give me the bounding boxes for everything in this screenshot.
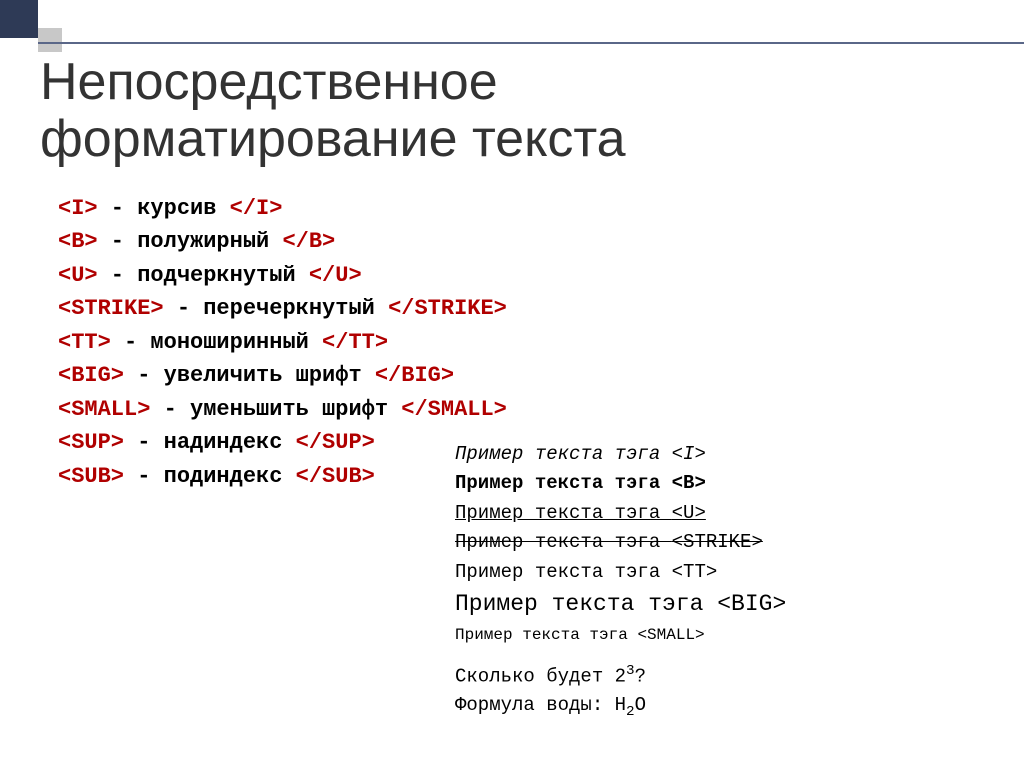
example-strike: Пример текста тэга <STRIKE> xyxy=(455,528,786,557)
sup-prefix: Сколько будет 2 xyxy=(455,665,626,687)
example-text: Пример текста тэга xyxy=(455,561,672,583)
example-text: Пример текста тэга xyxy=(455,443,672,465)
example-tt: Пример текста тэга <TT> xyxy=(455,558,786,587)
spacer xyxy=(455,648,786,660)
open-tag: <SMALL> xyxy=(58,397,150,422)
deco-square-large xyxy=(0,0,38,38)
tag-row-big: <BIG> - увеличить шрифт </BIG> xyxy=(58,359,507,392)
deco-square-small xyxy=(38,28,62,52)
sub-value: 2 xyxy=(626,704,635,720)
tag-desc: - уменьшить шрифт xyxy=(150,397,401,422)
tag-desc: - перечеркнутый xyxy=(164,296,388,321)
example-big: Пример текста тэга <BIG> xyxy=(455,587,786,623)
open-tag: <I> xyxy=(58,196,98,221)
close-tag: </TT> xyxy=(322,330,388,355)
tag-list: <I> - курсив </I> <B> - полужирный </B> … xyxy=(58,192,507,493)
tag-row-sup: <SUP> - надиндекс </SUP> xyxy=(58,426,507,459)
example-tag: <B> xyxy=(672,472,706,494)
tag-desc: - моноширинный xyxy=(111,330,322,355)
title-line-1: Непосредственное xyxy=(40,53,498,111)
open-tag: <SUP> xyxy=(58,430,124,455)
example-tag: <BIG> xyxy=(717,591,786,617)
tag-row-i: <I> - курсив </I> xyxy=(58,192,507,225)
example-text: Пример текста тэга xyxy=(455,502,672,524)
tag-row-tt: <TT> - моноширинный </TT> xyxy=(58,326,507,359)
example-tag: <TT> xyxy=(672,561,718,583)
example-text: Пример текста тэга xyxy=(455,531,672,553)
title-line-2: форматирование текста xyxy=(40,110,626,168)
slide-container: Непосредственное форматирование текста <… xyxy=(0,0,1024,767)
tag-desc: - курсив xyxy=(98,196,230,221)
open-tag: <BIG> xyxy=(58,363,124,388)
tag-desc: - надиндекс xyxy=(124,430,296,455)
example-u: Пример текста тэга <U> xyxy=(455,499,786,528)
tag-row-u: <U> - подчеркнутый </U> xyxy=(58,259,507,292)
example-tag: <STRIKE> xyxy=(672,531,763,553)
tag-row-b: <B> - полужирный </B> xyxy=(58,225,507,258)
open-tag: <B> xyxy=(58,229,98,254)
tag-desc: - полужирный xyxy=(98,229,283,254)
open-tag: <SUB> xyxy=(58,464,124,489)
example-tag: <I> xyxy=(672,443,706,465)
close-tag: </SMALL> xyxy=(401,397,507,422)
close-tag: </STRIKE> xyxy=(388,296,507,321)
close-tag: </SUP> xyxy=(296,430,375,455)
tag-row-sub: <SUB> - подиндекс </SUB> xyxy=(58,460,507,493)
sub-prefix: Формула воды: H xyxy=(455,694,626,716)
example-tag: <SMALL> xyxy=(637,626,704,644)
examples-block: Пример текста тэга <I> Пример текста тэг… xyxy=(455,440,786,723)
open-tag: <STRIKE> xyxy=(58,296,164,321)
example-b: Пример текста тэга <B> xyxy=(455,469,786,498)
close-tag: </B> xyxy=(282,229,335,254)
sup-suffix: ? xyxy=(635,665,646,687)
example-text: Пример текста тэга xyxy=(455,626,637,644)
open-tag: <TT> xyxy=(58,330,111,355)
open-tag: <U> xyxy=(58,263,98,288)
example-small: Пример текста тэга <SMALL> xyxy=(455,623,786,648)
example-i: Пример текста тэга <I> xyxy=(455,440,786,469)
example-text: Пример текста тэга xyxy=(455,472,672,494)
tag-row-small: <SMALL> - уменьшить шрифт </SMALL> xyxy=(58,393,507,426)
sup-value: 3 xyxy=(626,663,635,679)
example-sup: Сколько будет 23? xyxy=(455,660,786,692)
example-tag: <U> xyxy=(672,502,706,524)
tag-desc: - подчеркнутый xyxy=(98,263,309,288)
decoration-top xyxy=(0,0,62,52)
close-tag: </BIG> xyxy=(375,363,454,388)
sub-suffix: O xyxy=(635,694,646,716)
tag-desc: - увеличить шрифт xyxy=(124,363,375,388)
tag-desc: - подиндекс xyxy=(124,464,296,489)
slide-title: Непосредственное форматирование текста xyxy=(40,54,626,168)
close-tag: </U> xyxy=(309,263,362,288)
title-divider xyxy=(38,42,1024,44)
close-tag: </SUB> xyxy=(296,464,375,489)
example-sub: Формула воды: H2O xyxy=(455,691,786,723)
tag-row-strike: <STRIKE> - перечеркнутый </STRIKE> xyxy=(58,292,507,325)
close-tag: </I> xyxy=(230,196,283,221)
example-text: Пример текста тэга xyxy=(455,591,717,617)
